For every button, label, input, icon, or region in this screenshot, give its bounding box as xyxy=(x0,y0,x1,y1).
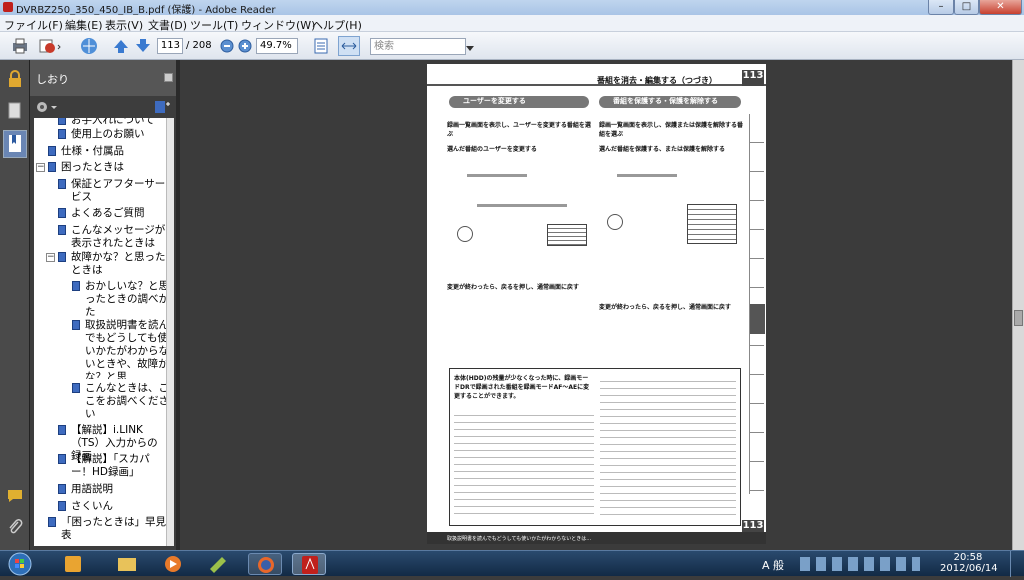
page-header: 番組を消去・編集する（つづき） 113 xyxy=(427,64,766,86)
step2-illustration xyxy=(457,164,587,274)
share-icon[interactable] xyxy=(38,36,62,56)
adobe-reader-icon xyxy=(3,2,13,12)
maximize-button[interactable]: □ xyxy=(954,0,979,15)
step2-left: 選んだ番組のユーザーを変更する xyxy=(447,146,537,153)
new-bookmark-icon[interactable] xyxy=(154,100,170,117)
menu-help[interactable]: ヘルプ(H) xyxy=(312,17,362,33)
menu-tools[interactable]: ツール(T) xyxy=(190,17,238,33)
lock-icon[interactable] xyxy=(7,70,23,91)
outlook-icon[interactable] xyxy=(56,553,90,575)
scrollbar-thumb[interactable] xyxy=(1014,310,1023,326)
previous-page-icon[interactable] xyxy=(112,36,130,56)
info-box-title: 本体(HDD)の残量が少なくなった時に、録画モードDRで録画された番組を録画モー… xyxy=(454,375,590,400)
section-heading-left: ユーザーを変更する xyxy=(449,96,589,108)
page-number-input[interactable]: 113 xyxy=(157,38,183,54)
expand-toggle[interactable]: − xyxy=(36,163,45,172)
chapter-side-tabs xyxy=(749,114,765,494)
page-header-title: 番組を消去・編集する（つづき） xyxy=(597,76,717,85)
step2-right-illustration xyxy=(607,164,742,284)
expand-toggle[interactable]: − xyxy=(46,253,55,262)
system-tray-icons[interactable] xyxy=(800,557,920,571)
step3-right: 変更が終わったら、戻るを押し、通常画面に戻す xyxy=(599,304,732,311)
start-button-icon[interactable] xyxy=(4,551,36,577)
options-gear-icon[interactable] xyxy=(36,100,58,117)
collaborate-icon[interactable] xyxy=(78,36,100,56)
taskbar-clock[interactable]: 20:58 2012/06/14 xyxy=(940,552,998,574)
step1-right: 録画一覧画面を表示し、保護または保護を解除する番組を選ぶ xyxy=(599,122,744,138)
menu-document[interactable]: 文書(D) xyxy=(148,17,187,33)
pdf-page: 番組を消去・編集する（つづき） 113 ユーザーを変更する 録画一覧画面を表示し… xyxy=(427,64,766,544)
zoom-input[interactable]: 49.7% xyxy=(256,38,298,54)
show-desktop-button[interactable] xyxy=(1010,551,1024,577)
minimize-button[interactable]: – xyxy=(928,0,954,15)
bookmark-panel-header: しおり xyxy=(30,60,176,96)
fit-page-icon[interactable] xyxy=(312,36,330,56)
page-footer: 取扱説明書を読んでもどうしても使いかたがわからないときは… xyxy=(427,532,766,544)
step1-left: 録画一覧画面を表示し、ユーザーを変更する番組を選ぶ xyxy=(447,122,591,138)
comments-icon[interactable] xyxy=(6,488,24,507)
attachment-icon[interactable] xyxy=(7,518,23,539)
paint-icon[interactable] xyxy=(202,553,236,575)
bookmark-tree: お手入れについて 使用上のお願い 仕様・付属品 − 困ったときは 保証とアフター… xyxy=(34,118,174,546)
close-button[interactable]: ✕ xyxy=(979,0,1022,15)
zoom-in-icon[interactable] xyxy=(237,36,253,56)
next-page-icon[interactable] xyxy=(134,36,152,56)
page-total: / 208 xyxy=(186,40,212,51)
step2-right: 選んだ番組を保護する、または保護を解除する xyxy=(599,146,726,153)
bookmark-scrollbar[interactable] xyxy=(166,118,174,546)
menu-view[interactable]: 表示(V) xyxy=(105,17,143,33)
clock-date: 2012/06/14 xyxy=(940,563,998,574)
bookmark-panel-title: しおり xyxy=(36,73,69,86)
fit-width-icon[interactable] xyxy=(338,36,360,56)
window-title: DVRBZ250_350_450_IB_B.pdf (保護) - Adobe R… xyxy=(16,5,276,16)
menu-file[interactable]: ファイル(F) xyxy=(4,17,63,33)
navigation-rail xyxy=(0,60,30,550)
menu-window[interactable]: ウィンドウ(W) xyxy=(241,17,315,33)
title-bar: DVRBZ250_350_450_IB_B.pdf (保護) - Adobe R… xyxy=(0,0,1024,16)
search-dropdown-icon[interactable] xyxy=(466,42,474,62)
firefox-icon[interactable] xyxy=(248,553,282,575)
toolbar xyxy=(0,32,1024,60)
menu-bar: ファイル(F) 編集(E) 表示(V) 文書(D) ツール(T) ウィンドウ(W… xyxy=(0,15,1024,32)
section-heading-right: 番組を保護する・保護を解除する xyxy=(599,96,741,108)
adobe-reader-taskbar-icon[interactable] xyxy=(292,553,326,575)
pages-icon[interactable] xyxy=(7,102,23,123)
collapse-panel-icon[interactable] xyxy=(164,73,173,82)
print-icon[interactable] xyxy=(10,36,30,56)
taskbar: A 般 xyxy=(0,550,1024,577)
search-input[interactable]: 検索 xyxy=(370,38,466,55)
menu-edit[interactable]: 編集(E) xyxy=(65,17,103,33)
document-scrollbar[interactable] xyxy=(1012,60,1024,550)
info-box: 本体(HDD)の残量が少なくなった時に、録画モードDRで録画された番組を録画モー… xyxy=(449,368,741,526)
page-number-tab: 113 xyxy=(742,70,764,86)
explorer-icon[interactable] xyxy=(110,553,144,575)
bookmarks-tab-icon[interactable] xyxy=(3,130,27,158)
ime-indicator[interactable]: A 般 xyxy=(762,557,784,573)
step3-left: 変更が終わったら、戻るを押し、通常画面に戻す xyxy=(447,284,580,291)
media-player-icon[interactable] xyxy=(156,553,190,575)
clock-time: 20:58 xyxy=(953,552,983,563)
bookmark-item[interactable]: 取扱説明書を読んでもどうしても使いかたがわからないときや、故障かな？と思 xyxy=(72,319,170,379)
zoom-out-icon[interactable] xyxy=(219,36,235,56)
bookmark-panel: しおり お手入れについて 使用上のお願い 仕様・付属品 − 困ったときは 保証と… xyxy=(30,60,176,550)
